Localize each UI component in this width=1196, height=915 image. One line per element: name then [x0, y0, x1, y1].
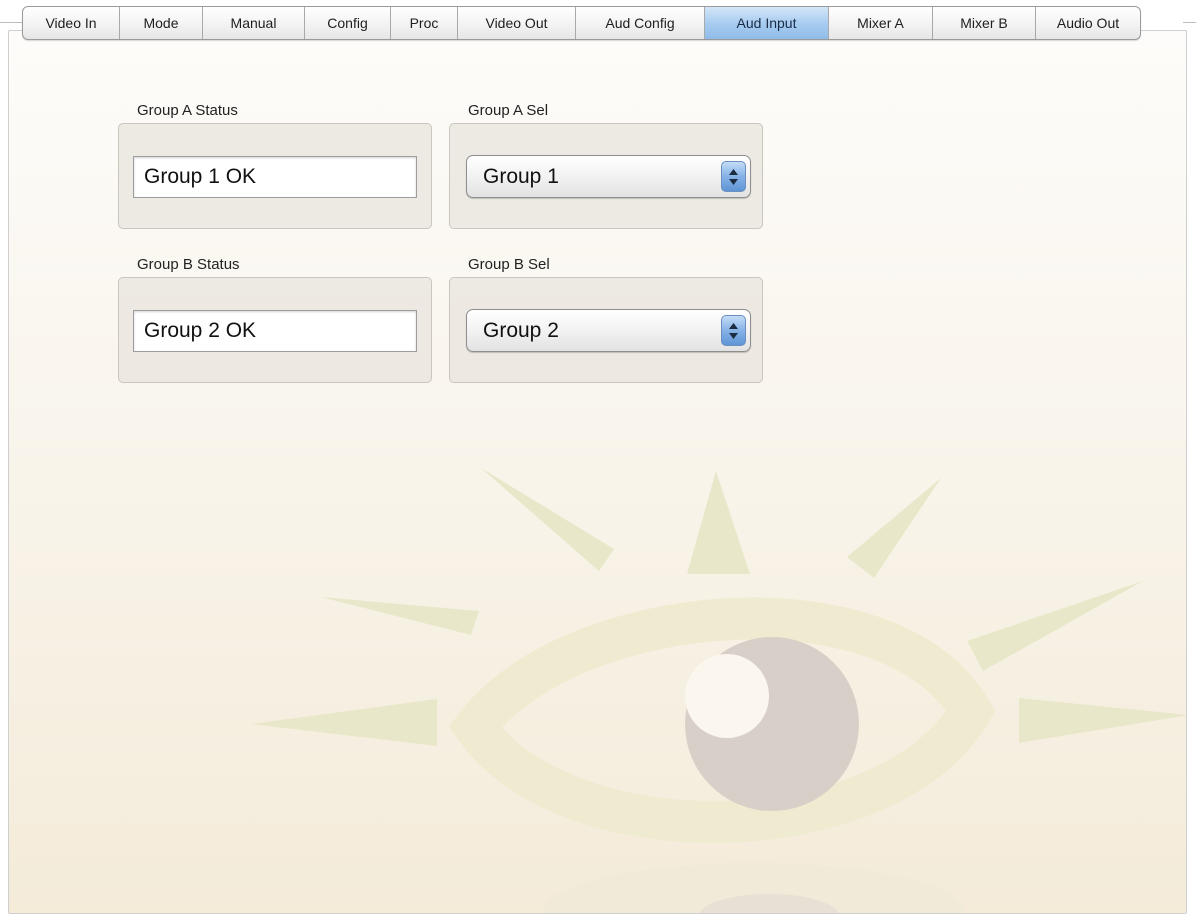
tab-bar: Video In Mode Manual Config Proc Video O… — [22, 6, 1141, 40]
group-a-select-value: Group 1 — [483, 165, 559, 188]
tabbar-rule-right — [1183, 22, 1196, 23]
tab-mode[interactable]: Mode — [120, 7, 203, 39]
group-b-status-label: Group B Status — [137, 256, 240, 273]
updown-arrows-icon[interactable] — [721, 315, 746, 346]
group-a-status-box: Group 1 OK — [118, 123, 432, 229]
tabbar-rule-left — [0, 22, 22, 23]
group-b-select-value: Group 2 — [483, 319, 559, 342]
tab-video-out[interactable]: Video Out — [458, 7, 576, 39]
group-a-sel-box: Group 1 — [449, 123, 763, 229]
group-a-status-label: Group A Status — [137, 102, 238, 119]
logo-pupil-highlight — [685, 654, 769, 738]
logo-ray — [967, 581, 1143, 671]
tab-aud-input[interactable]: Aud Input — [705, 7, 829, 39]
logo-ray — [321, 597, 479, 635]
group-b-sel-box: Group 2 — [449, 277, 763, 383]
tab-aud-config[interactable]: Aud Config — [576, 7, 705, 39]
group-a-sel-label: Group A Sel — [468, 102, 549, 119]
group-b-status-field: Group 2 OK — [133, 310, 417, 352]
group-b-status-box: Group 2 OK — [118, 277, 432, 383]
group-a-select[interactable]: Group 1 — [466, 155, 751, 198]
tab-manual[interactable]: Manual — [203, 7, 305, 39]
tab-proc[interactable]: Proc — [391, 7, 458, 39]
logo-ray — [481, 468, 614, 571]
tab-mixer-a[interactable]: Mixer A — [829, 7, 933, 39]
logo-ray — [687, 471, 750, 574]
tab-config[interactable]: Config — [305, 7, 391, 39]
logo-ray — [847, 478, 941, 578]
group-b-sel-label: Group B Sel — [468, 256, 550, 273]
tab-audio-out[interactable]: Audio Out — [1036, 7, 1140, 39]
group-b-select[interactable]: Group 2 — [466, 309, 751, 352]
tab-mixer-b[interactable]: Mixer B — [933, 7, 1036, 39]
tab-video-in[interactable]: Video In — [23, 7, 120, 39]
logo-ray — [1019, 698, 1186, 743]
group-a-status-field: Group 1 OK — [133, 156, 417, 198]
logo-ray — [251, 699, 437, 746]
updown-arrows-icon[interactable] — [721, 161, 746, 192]
